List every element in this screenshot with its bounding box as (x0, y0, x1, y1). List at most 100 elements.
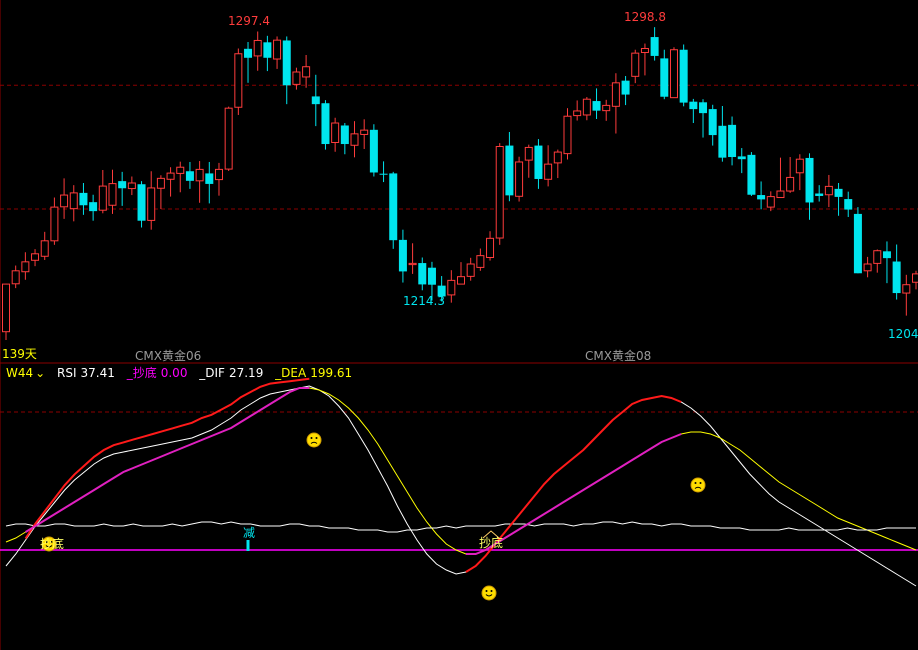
candle-body-down (592, 101, 601, 111)
dea-legend: _DEA 199.61 (275, 366, 352, 380)
candle-body-up (795, 158, 804, 174)
candle-body-down (679, 49, 688, 103)
candle-body-up (31, 253, 40, 261)
dip-label: _抄底 (126, 366, 157, 380)
smiley-eye (315, 437, 318, 439)
rsi-legend: RSI 37.41 (57, 366, 115, 380)
dea-value: 199.61 (310, 366, 353, 380)
dip-legend: _抄底 0.00 (127, 366, 188, 380)
series-line-dif (5, 385, 917, 587)
candle-body-down (311, 96, 320, 105)
candle-body-up (21, 261, 30, 273)
candle-body-down (389, 173, 398, 241)
candle-body-down (737, 156, 746, 160)
candle-body-down (321, 103, 330, 145)
candle-body-down (689, 101, 698, 110)
candle-body-up (766, 196, 775, 208)
candle-body-down (892, 261, 901, 294)
candle-body-down (718, 125, 727, 158)
high-label-2: 1298.8 (624, 10, 666, 24)
candle-body-down (282, 40, 291, 86)
candle-body-down (534, 145, 543, 179)
reduce-marker-text: 减 (243, 526, 255, 540)
candle-body-up (195, 168, 204, 182)
candle-body-up (147, 187, 156, 221)
candle-body-up (360, 129, 369, 135)
candle-body-down (708, 109, 717, 136)
candle-body-down (89, 202, 98, 212)
candle-body-up (573, 110, 582, 117)
candle-body-up (873, 250, 882, 264)
dif-value: 27.19 (228, 366, 264, 380)
candle-body-down (398, 239, 407, 272)
days-label: 139天 (2, 347, 37, 361)
candle-body-down (815, 193, 824, 196)
candle-body-down (853, 213, 862, 274)
candle-body-up (912, 273, 918, 283)
candle-body-up (457, 276, 465, 285)
candle-body-up (669, 49, 678, 99)
candle-body-up (902, 284, 911, 294)
smiley-sad-icon (690, 477, 706, 493)
candle-body-up (495, 146, 504, 239)
candle-body-up (544, 163, 553, 180)
low-label-1: 1214.3 (403, 294, 445, 308)
candle-body-down (137, 184, 146, 221)
smiley-eye (485, 590, 488, 592)
rsi-label: RSI (57, 366, 77, 380)
smiley-sad-icon (306, 432, 322, 448)
smiley-face (690, 477, 706, 493)
grid-layer (0, 0, 918, 650)
candle-body-up (176, 166, 185, 174)
candle-body-up (302, 66, 311, 78)
candle-body-up (563, 115, 572, 155)
price-panel (2, 27, 918, 341)
candle-body-up (292, 71, 301, 85)
candle-body-up (108, 183, 117, 206)
candle-body-down (79, 192, 88, 206)
contract-label-1: CMX黄金06 (135, 348, 201, 363)
macd-mid-segment-1 (25, 387, 310, 533)
candle-body-up (98, 185, 107, 211)
dip-marker-text-1: 抄底 (40, 536, 64, 551)
candle-body-up (476, 255, 485, 268)
candle-body-up (273, 39, 282, 60)
candle-body-up (224, 107, 233, 170)
candle-body-down (699, 102, 708, 114)
candle-body-up (863, 263, 872, 272)
candle-body-down (728, 124, 737, 158)
candle-body-down (834, 188, 843, 197)
candle-body-down (340, 125, 349, 145)
candle-body-down (882, 251, 891, 259)
candle-body-up (553, 151, 562, 164)
chart-canvas[interactable]: 1297.4 1298.8 1214.3 1204. 139天 CMX黄金06 … (0, 0, 918, 650)
candle-body-down (205, 173, 214, 184)
candle-body-up (631, 52, 640, 77)
candle-body-up (486, 237, 495, 259)
candle-body-down (369, 129, 378, 173)
candle-body-up (640, 48, 649, 54)
series-line-rsi (5, 521, 916, 533)
candle-body-up (127, 182, 136, 190)
candle-body-down (379, 173, 388, 175)
candle-body-down (418, 263, 427, 285)
candle-body-down (621, 80, 630, 95)
period-label: W44 (6, 366, 34, 380)
candle-body-up (214, 168, 223, 181)
smiley-eye (490, 590, 493, 592)
chevron-down-icon: ⌄ (35, 366, 46, 380)
candle-body-up (447, 279, 456, 296)
candle-body-up (824, 185, 833, 196)
candle-body-up (466, 263, 475, 277)
candle-body-down (244, 48, 253, 58)
dip-value: 0.00 (160, 366, 188, 380)
candle-body-up (350, 133, 359, 146)
candle-body-up (515, 161, 524, 197)
candle-body-up (166, 172, 175, 180)
candle-body-up (40, 240, 49, 257)
dip-marker-text-2: 抄底 (479, 535, 503, 550)
candle-body-down (263, 42, 272, 58)
candle-body-down (505, 145, 514, 196)
candle-body-down (185, 171, 194, 181)
period-selector[interactable]: W44 ⌄ (6, 366, 53, 380)
